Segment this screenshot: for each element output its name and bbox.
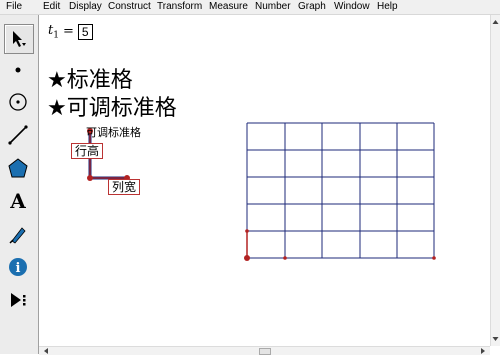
grid-row-point[interactable]	[245, 229, 249, 233]
grid-lines	[246, 122, 435, 259]
grid-col-point[interactable]	[283, 256, 287, 260]
control-caption[interactable]: 可调标准格	[86, 124, 141, 140]
construction-drawing	[87, 122, 436, 261]
control-origin-point[interactable]	[87, 175, 93, 181]
scroll-down-icon[interactable]	[491, 334, 500, 344]
row-height-label[interactable]: 行高	[71, 143, 104, 159]
vertical-scrollbar[interactable]	[490, 15, 500, 346]
grid-corner-point[interactable]	[432, 256, 436, 260]
scroll-up-icon[interactable]	[491, 17, 500, 27]
grid-origin-point[interactable]	[244, 255, 250, 261]
col-width-label[interactable]: 列宽	[108, 179, 141, 195]
